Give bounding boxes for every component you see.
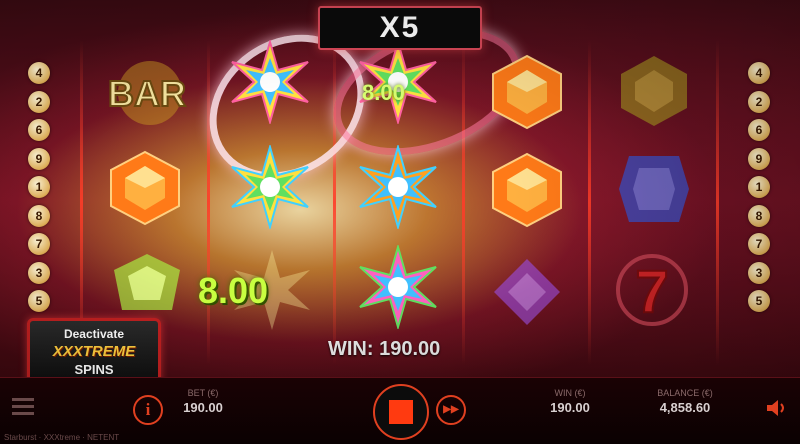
lucky-seven-icon: 7 — [612, 250, 692, 330]
starburst-wild-icon — [356, 243, 440, 331]
payline-numbers-right: 4 2 6 9 1 8 7 3 5 — [748, 62, 772, 319]
payline-number[interactable]: 6 — [28, 119, 50, 141]
payline-number[interactable]: 5 — [28, 290, 50, 312]
payline-number[interactable]: 3 — [748, 261, 770, 284]
game-scene: 4 2 6 9 1 8 7 3 5 4 2 6 9 1 8 7 3 5 BAR — [0, 0, 800, 444]
reel-divider — [588, 40, 591, 365]
sound-icon[interactable] — [765, 398, 789, 418]
orange-gem-icon — [105, 148, 185, 228]
bet-label: BET (€) — [187, 388, 219, 398]
payline-number[interactable]: 9 — [748, 147, 770, 170]
payline-number[interactable]: 7 — [748, 233, 770, 255]
payline-number[interactable]: 3 — [28, 261, 50, 284]
line-win-amount: 8.00 — [362, 80, 405, 105]
xxxtreme-logo-text: XXXTREME — [52, 343, 136, 360]
stop-spin-button[interactable] — [373, 384, 429, 440]
game-footer: Starburst · XXXtreme · NETENT — [4, 433, 120, 442]
bar-text: BAR — [108, 73, 186, 114]
payline-number[interactable]: 1 — [28, 176, 50, 198]
yellow-gem-icon — [615, 52, 693, 130]
payline-number[interactable]: 4 — [28, 62, 50, 84]
payline-number[interactable]: 8 — [28, 204, 50, 227]
blue-gem-icon — [615, 150, 693, 228]
seven-text: 7 — [635, 258, 668, 325]
line-win-amount: 8.00 — [198, 270, 269, 311]
reel-frame-right — [716, 40, 719, 365]
bet-value[interactable]: 190.00 — [168, 400, 238, 415]
win-value: 190.00 — [550, 400, 590, 415]
payline-number[interactable]: 5 — [748, 290, 770, 312]
reel-divider — [207, 40, 210, 365]
autoplay-icon[interactable]: ▶▶ — [436, 395, 466, 425]
orange-gem-icon — [487, 52, 567, 132]
multiplier-display: X5 — [318, 6, 482, 50]
menu-icon[interactable] — [12, 398, 34, 415]
payline-number[interactable]: 7 — [28, 233, 50, 255]
starburst-wild-icon — [228, 38, 312, 126]
green-gem-icon — [110, 250, 185, 320]
starburst-wild-icon — [356, 143, 440, 231]
total-win-label: WIN: 190.00 — [328, 338, 441, 360]
info-icon[interactable]: i — [133, 395, 163, 425]
stop-icon — [389, 400, 413, 424]
orange-gem-icon — [487, 150, 567, 230]
symbol-bar: BAR — [95, 58, 200, 128]
reel-frame-left — [80, 40, 83, 365]
payline-number[interactable]: 4 — [748, 62, 770, 84]
payline-number[interactable]: 1 — [748, 176, 770, 198]
xxxtreme-bottom-label: SPINS — [74, 362, 114, 377]
payline-numbers-left: 4 2 6 9 1 8 7 3 5 — [28, 62, 52, 319]
payline-number[interactable]: 8 — [748, 204, 770, 227]
purple-gem-icon — [490, 255, 565, 330]
win-label: WIN (€) — [554, 388, 586, 398]
xxxtreme-top-label: Deactivate — [63, 327, 125, 341]
payline-number[interactable]: 9 — [28, 147, 50, 170]
starburst-wild-icon — [228, 143, 312, 231]
payline-number[interactable]: 6 — [748, 119, 770, 141]
payline-number[interactable]: 2 — [28, 90, 50, 113]
balance-label: BALANCE (€) — [657, 388, 713, 398]
payline-number[interactable]: 2 — [748, 90, 770, 113]
balance-value: 4,858.60 — [659, 400, 711, 415]
